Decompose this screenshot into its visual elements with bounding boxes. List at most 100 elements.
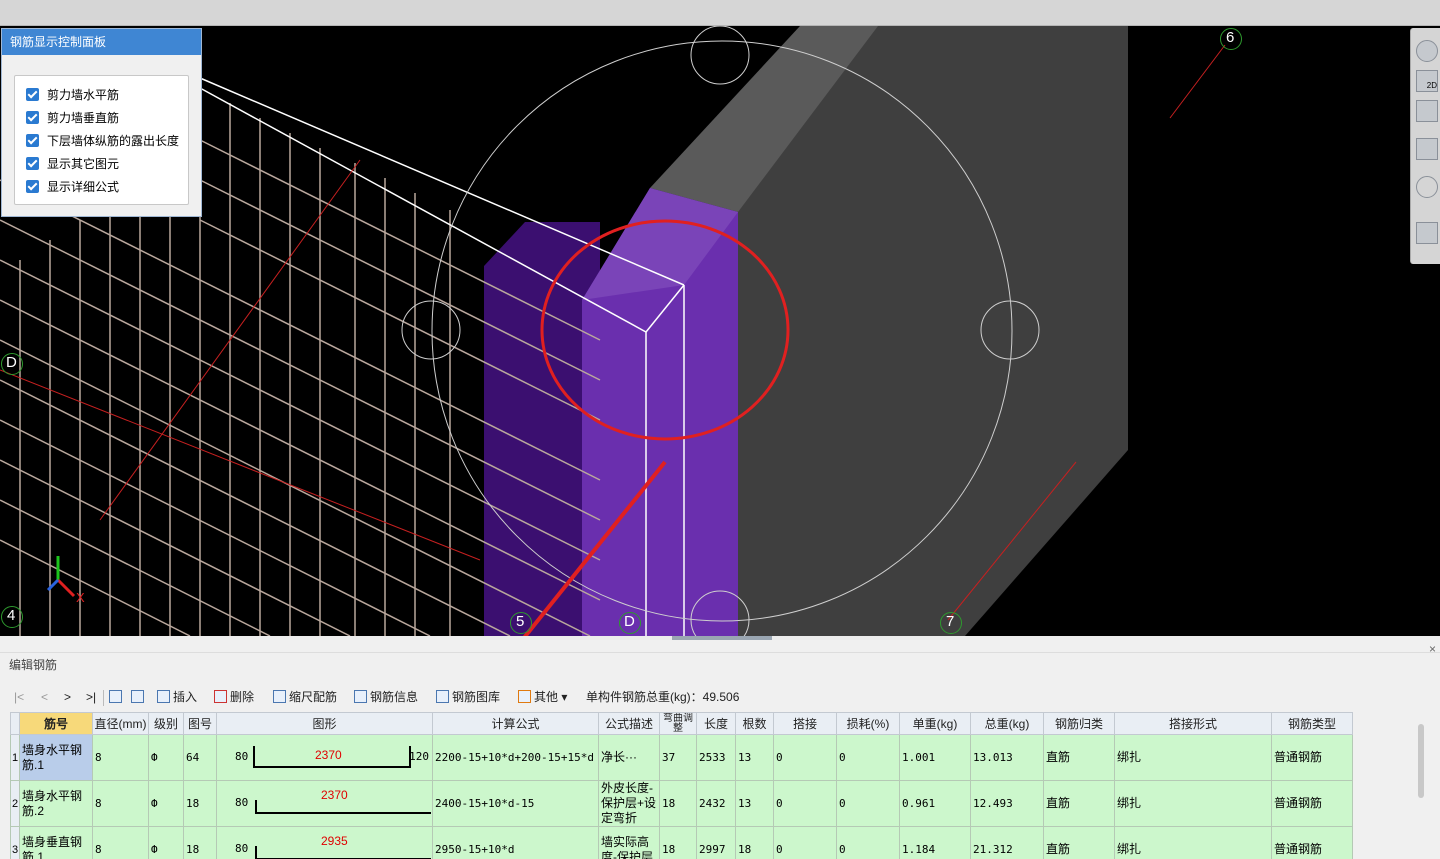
table-scrollbar[interactable]	[1414, 712, 1428, 859]
header-cell[interactable]: 搭接	[773, 712, 837, 735]
header-cell[interactable]: 图号	[183, 712, 217, 735]
cell-category[interactable]: 直筋	[1043, 826, 1115, 859]
header-cell[interactable]: 损耗(%)	[836, 712, 900, 735]
header-cell[interactable]: 公式描述	[598, 712, 660, 735]
delete-button[interactable]: 删除	[214, 688, 254, 706]
cell-rebar-type[interactable]: 普通钢筋	[1271, 780, 1353, 827]
cell-lap-form[interactable]: 绑扎	[1114, 826, 1272, 859]
3d-viewport[interactable]: 6 D 4 5 D 7 X	[0, 26, 1440, 636]
cell-total-weight[interactable]: 12.493	[970, 780, 1044, 827]
cell-description[interactable]: 墙实际高度-保护层	[598, 826, 660, 859]
table-row[interactable]: 1 墙身水平钢筋.1 8 Ф 64 80 2370 120 2200-15+10…	[10, 734, 1353, 781]
header-cell[interactable]: 图形	[216, 712, 433, 735]
rotate-icon[interactable]	[1416, 176, 1438, 198]
cell-grade[interactable]: Ф	[148, 734, 184, 781]
cell-name[interactable]: 墙身水平钢筋.2	[19, 780, 93, 827]
cell-lap[interactable]: 0	[773, 734, 837, 781]
cell-lap[interactable]: 0	[773, 780, 837, 827]
3d-box-icon[interactable]	[1416, 100, 1438, 122]
cell-unit-weight[interactable]: 0.961	[899, 780, 971, 827]
option-detailed-formula[interactable]: 显示详细公式	[26, 178, 119, 194]
cell-count[interactable]: 18	[735, 826, 774, 859]
option-lower-exposed[interactable]: 下层墙体纵筋的露出长度	[26, 132, 179, 148]
2d-view-icon[interactable]: 2D	[1416, 70, 1438, 92]
checkbox-icon[interactable]	[26, 156, 39, 170]
cell-diameter[interactable]: 8	[92, 780, 149, 827]
cell-formula[interactable]: 2200-15+10*d+200-15+15*d	[432, 734, 599, 781]
rebar-library-button[interactable]: 钢筋图库	[436, 688, 500, 706]
checkbox-icon[interactable]	[26, 179, 39, 193]
cell-loss[interactable]: 0	[836, 734, 900, 781]
nav-prev-button[interactable]: <	[41, 688, 48, 706]
header-cell[interactable]: 根数	[735, 712, 774, 735]
table-row[interactable]: 2 墙身水平钢筋.2 8 Ф 18 80 2370 2400-15+10*d-1…	[10, 780, 1353, 827]
cell-category[interactable]: 直筋	[1043, 734, 1115, 781]
header-cell[interactable]: 长度	[696, 712, 736, 735]
cell-length[interactable]: 2997	[696, 826, 736, 859]
header-cell[interactable]: 总重(kg)	[970, 712, 1044, 735]
checkbox-icon[interactable]	[26, 87, 39, 101]
cell-grade[interactable]: Ф	[148, 780, 184, 827]
cell-count[interactable]: 13	[735, 780, 774, 827]
cell-loss[interactable]: 0	[836, 780, 900, 827]
cell-lap-form[interactable]: 绑扎	[1114, 734, 1272, 781]
scrollbar-thumb[interactable]	[1418, 724, 1424, 798]
cell-figure-no[interactable]: 18	[183, 826, 217, 859]
cell-bend[interactable]: 37	[659, 734, 697, 781]
nav-first-button[interactable]: |<	[14, 688, 24, 706]
header-cell[interactable]: 钢筋归类	[1043, 712, 1115, 735]
cell-rebar-type[interactable]: 普通钢筋	[1271, 826, 1353, 859]
header-cell[interactable]: 筋号	[19, 712, 93, 735]
cell-lap[interactable]: 0	[773, 826, 837, 859]
header-cell[interactable]: 直径(mm)	[92, 712, 149, 735]
insert-button[interactable]: 插入	[157, 688, 197, 706]
move-down-button[interactable]	[131, 688, 147, 706]
cube-icon[interactable]	[1416, 138, 1438, 160]
cell-description[interactable]: 外皮长度-保护层+设定弯折	[598, 780, 660, 827]
layers-icon[interactable]	[1416, 222, 1438, 244]
option-other-elements[interactable]: 显示其它图元	[26, 155, 119, 171]
cell-shape[interactable]: 80 2935	[216, 826, 433, 859]
cell-name[interactable]: 墙身垂直钢筋.1	[19, 826, 93, 859]
header-cell[interactable]: 单重(kg)	[899, 712, 971, 735]
other-menu-button[interactable]: 其他 ▾	[518, 688, 567, 706]
nav-next-button[interactable]: >	[64, 688, 71, 706]
nav-last-button[interactable]: >|	[86, 688, 96, 706]
table-row[interactable]: 3 墙身垂直钢筋.1 8 Ф 18 80 2935 2950-15+10*d 墙…	[10, 826, 1353, 859]
cell-total-weight[interactable]: 21.312	[970, 826, 1044, 859]
checkbox-icon[interactable]	[26, 133, 39, 147]
rebar-info-button[interactable]: 钢筋信息	[354, 688, 418, 706]
cell-diameter[interactable]: 8	[92, 734, 149, 781]
orbit-icon[interactable]	[1416, 40, 1438, 62]
cell-diameter[interactable]: 8	[92, 826, 149, 859]
cell-unit-weight[interactable]: 1.184	[899, 826, 971, 859]
cell-rebar-type[interactable]: 普通钢筋	[1271, 734, 1353, 781]
cell-length[interactable]: 2533	[696, 734, 736, 781]
cell-figure-no[interactable]: 18	[183, 780, 217, 827]
option-wall-horizontal[interactable]: 剪力墙水平筋	[26, 86, 119, 102]
cell-total-weight[interactable]: 13.013	[970, 734, 1044, 781]
cell-description[interactable]: 净长···	[598, 734, 660, 781]
header-cell[interactable]: 弯曲调整	[659, 712, 697, 735]
cell-unit-weight[interactable]: 1.001	[899, 734, 971, 781]
cell-length[interactable]: 2432	[696, 780, 736, 827]
header-cell[interactable]: 搭接形式	[1114, 712, 1272, 735]
cell-figure-no[interactable]: 64	[183, 734, 217, 781]
checkbox-icon[interactable]	[26, 110, 39, 124]
cell-count[interactable]: 13	[735, 734, 774, 781]
scale-rebar-button[interactable]: 缩尺配筋	[273, 688, 337, 706]
cell-formula[interactable]: 2400-15+10*d-15	[432, 780, 599, 827]
cell-shape[interactable]: 80 2370	[216, 780, 433, 827]
cell-formula[interactable]: 2950-15+10*d	[432, 826, 599, 859]
cell-grade[interactable]: Ф	[148, 826, 184, 859]
cell-bend[interactable]: 18	[659, 826, 697, 859]
cell-name[interactable]: 墙身水平钢筋.1	[19, 734, 93, 781]
move-up-button[interactable]	[109, 688, 125, 706]
option-wall-vertical[interactable]: 剪力墙垂直筋	[26, 109, 119, 125]
cell-bend[interactable]: 18	[659, 780, 697, 827]
header-cell[interactable]: 计算公式	[432, 712, 599, 735]
header-cell[interactable]: 级别	[148, 712, 184, 735]
cell-loss[interactable]: 0	[836, 826, 900, 859]
cell-shape[interactable]: 80 2370 120	[216, 734, 433, 781]
header-cell[interactable]: 钢筋类型	[1271, 712, 1353, 735]
